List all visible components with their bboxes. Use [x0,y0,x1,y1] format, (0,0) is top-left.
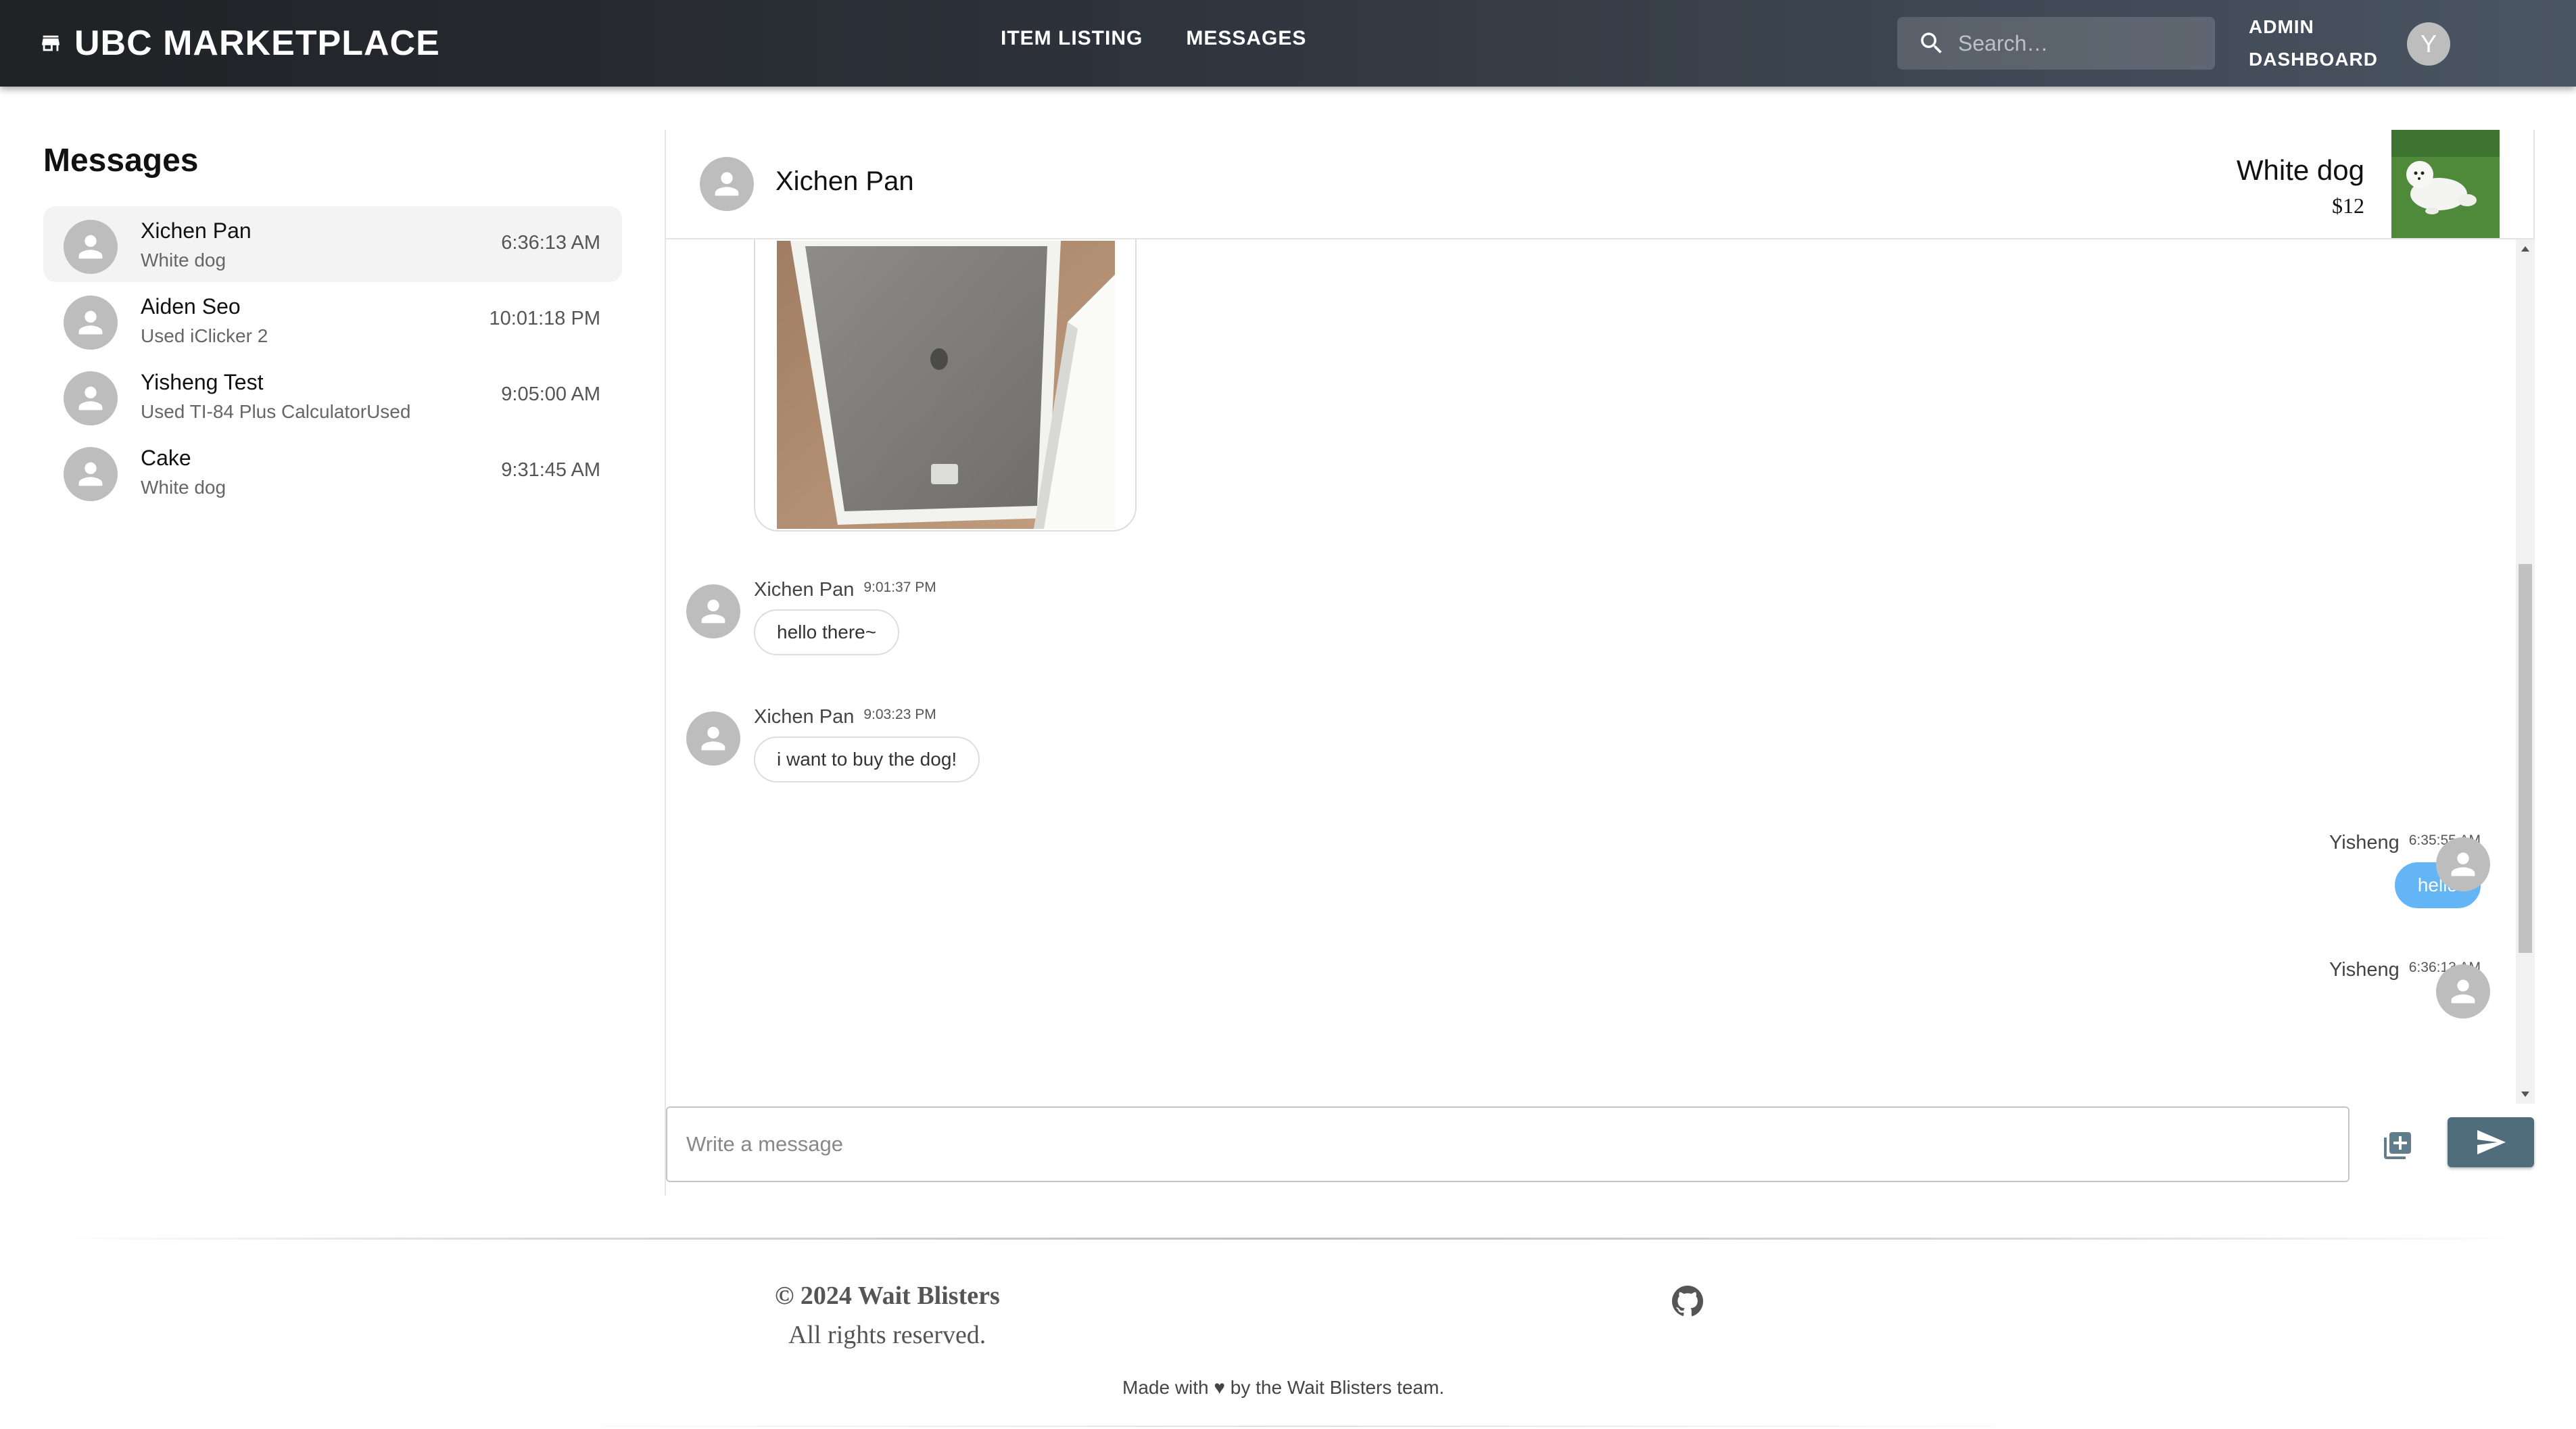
message-row [2436,964,2490,1018]
conversation-name: Aiden Seo [141,294,241,319]
dashboard-label: DASHBOARD [2249,49,2378,70]
person-icon [686,711,740,766]
send-button[interactable] [2448,1117,2534,1167]
message-time: 9:01:37 PM [863,580,936,595]
message-sender: Xichen Pan [754,579,855,601]
person-icon [64,371,118,425]
message-content: Xichen Pan 9:01:37 PM hello there~ [754,579,936,655]
footer-rights: All rights reserved. [788,1321,986,1349]
admin-dashboard-link[interactable]: ADMIN DASHBOARD [2249,11,2378,76]
conversation-item-title: Used TI-84 Plus CalculatorUsed [141,401,411,422]
brand-title: UBC MARKETPLACE [74,24,440,63]
conversation-time: 10:01:18 PM [489,308,600,329]
github-icon[interactable] [1671,1285,1704,1317]
conversation-item-title: White dog [141,250,226,271]
conversation-item[interactable]: Cake White dog 9:31:45 AM [43,434,622,509]
message-row [686,584,740,638]
conversation-item[interactable]: Aiden Seo Used iClicker 2 10:01:18 PM [43,282,622,358]
nav-item-listing[interactable]: ITEM LISTING [1001,27,1143,50]
conversation-time: 6:36:13 AM [501,232,600,254]
conversation-item[interactable]: Yisheng Test Used TI-84 Plus CalculatorU… [43,358,622,434]
listing-title[interactable]: White dog [2237,154,2364,187]
app-bar: UBC MARKETPLACE ITEM LISTING MESSAGES AD… [0,0,2576,87]
messages-title: Messages [43,143,199,179]
conversation-item-title: Used iClicker 2 [141,325,268,346]
footer-divider-bottom [514,1426,2082,1427]
conversation-time: 9:05:00 AM [501,383,600,405]
message-photo[interactable] [777,241,1115,529]
person-icon [700,157,754,211]
chat-panel: Xichen Pan White dog $12 Xichen Pan 9:01… [665,130,2535,1196]
conversation-list: Xichen Pan White dog 6:36:13 AM Aiden Se… [43,206,622,509]
send-icon [2477,1130,2506,1154]
message-sender: Yisheng [2329,959,2400,981]
search-box[interactable] [1897,17,2215,70]
message-row [2436,837,2490,891]
message-sender: Yisheng [2329,832,2400,853]
storefront-icon [42,35,59,51]
scroll-down-icon[interactable] [2521,1092,2529,1097]
listing-price: $12 [2332,193,2364,218]
message-thread[interactable]: Xichen Pan 9:01:37 PM hello there~ Xichen… [666,239,2535,1104]
conversation-name: Xichen Pan [141,218,252,243]
admin-label: ADMIN [2249,16,2314,37]
person-icon [686,584,740,638]
person-icon [64,220,118,274]
search-input[interactable] [1958,30,2201,56]
footer-copyright: © 2024 Wait Blisters [775,1282,1000,1310]
add-photo-icon[interactable] [2381,1129,2414,1162]
conversation-name: Yisheng Test [141,370,264,394]
footer-divider [43,1238,2538,1240]
nav-messages[interactable]: MESSAGES [1186,27,1306,50]
scroll-up-icon[interactable] [2521,246,2529,252]
person-icon [2436,837,2490,891]
message-row [686,711,740,766]
conversation-item-title: White dog [141,477,226,498]
message-input[interactable] [666,1106,2350,1182]
chat-peer-name: Xichen Pan [776,166,914,196]
person-icon [64,296,118,350]
message-sender: Xichen Pan [754,706,855,728]
conversation-item[interactable]: Xichen Pan White dog 6:36:13 AM [43,206,622,282]
scrollbar-thumb[interactable] [2519,564,2532,953]
message-bubble: i want to buy the dog! [754,736,980,782]
image-message [754,239,1137,532]
person-icon [64,447,118,501]
brand[interactable]: UBC MARKETPLACE [39,20,440,66]
person-icon [2436,964,2490,1018]
message-composer [666,1104,2535,1196]
conversation-time: 9:31:45 AM [501,459,600,481]
footer-made-with: Made with ♥ by the Wait Blisters team. [1122,1377,1445,1398]
listing-thumbnail[interactable] [2391,130,2500,238]
message-bubble: hello there~ [754,609,900,655]
conversation-name: Cake [141,446,191,470]
user-avatar[interactable]: Y [2407,22,2450,66]
message-time: 9:03:23 PM [863,707,936,722]
message-content: Xichen Pan 9:03:23 PM i want to buy the d… [754,706,980,782]
search-icon [1921,32,1942,53]
chat-header: Xichen Pan White dog $12 [666,130,2535,239]
message-scrollbar[interactable] [2516,239,2535,1104]
main-nav: ITEM LISTING MESSAGES [1001,27,1350,50]
